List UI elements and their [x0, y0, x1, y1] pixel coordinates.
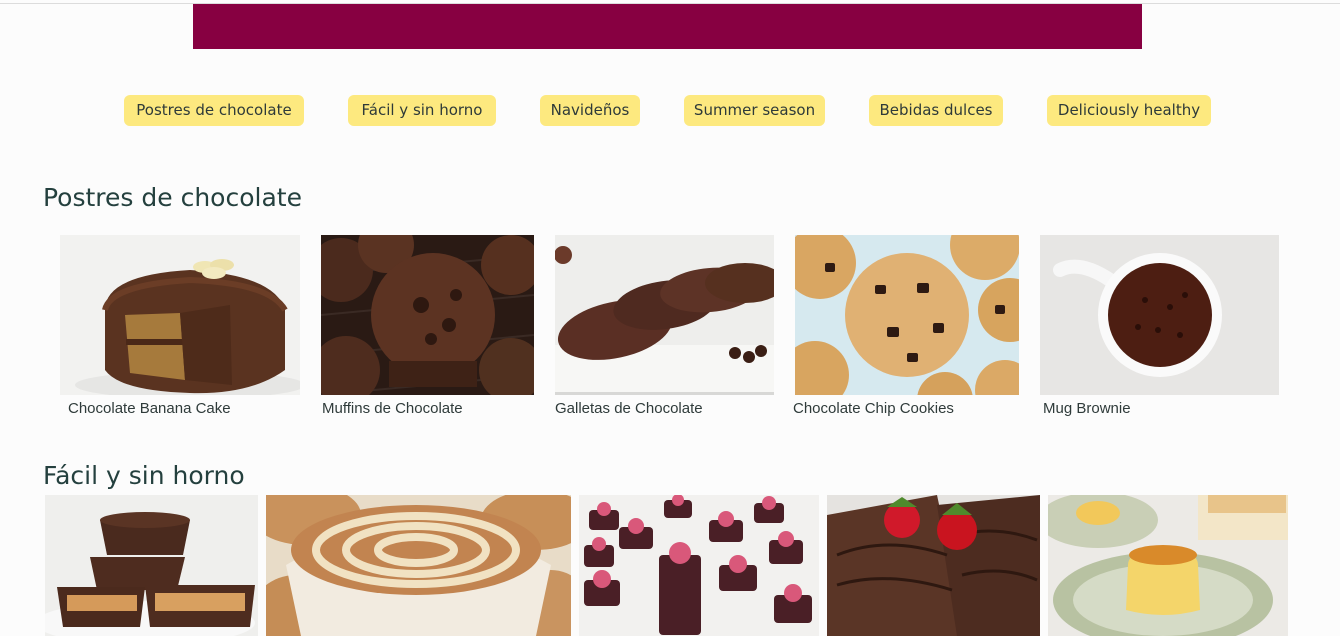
recipe-card[interactable] [45, 495, 258, 636]
recipe-card[interactable] [827, 495, 1040, 636]
recipe-card[interactable]: Chocolate Banana Cake [60, 235, 300, 420]
cinnamon-roll-cheesecake-photo [266, 495, 571, 636]
chocolate-chip-cookies-photo [795, 235, 1019, 395]
nav-pill-postres-de-chocolate[interactable]: Postres de chocolate [124, 95, 304, 126]
recipe-card-label: Mug Brownie [1043, 400, 1131, 417]
recipe-card[interactable] [266, 495, 571, 636]
nav-pill-navidenos[interactable]: Navideños [540, 95, 640, 126]
chocolate-cookies-photo [555, 235, 774, 395]
nav-pill-deliciously-healthy[interactable]: Deliciously healthy [1047, 95, 1211, 126]
header-banner [193, 4, 1142, 49]
section-title-postres-de-chocolate: Postres de chocolate [43, 183, 302, 212]
nav-pill-facil-y-sin-horno[interactable]: Fácil y sin horno [348, 95, 496, 126]
recipe-card[interactable]: Mug Brownie [1040, 235, 1279, 420]
category-nav: Postres de chocolate Fácil y sin horno N… [0, 95, 1340, 126]
recipe-card-label: Chocolate Chip Cookies [793, 400, 954, 417]
recipe-card[interactable]: Chocolate Chip Cookies [793, 235, 1019, 420]
raspberry-chocolate-cups-photo [579, 495, 819, 636]
recipe-card[interactable] [579, 495, 819, 636]
recipe-card[interactable] [1048, 495, 1288, 636]
section-title-facil-y-sin-horno: Fácil y sin horno [43, 461, 245, 490]
chocolate-banana-cake-photo [60, 235, 300, 395]
recipe-card-label: Galletas de Chocolate [555, 400, 703, 417]
chocolate-crepes-strawberries-photo [827, 495, 1040, 636]
nav-pill-summer-season[interactable]: Summer season [684, 95, 825, 126]
recipe-card-label: Muffins de Chocolate [322, 400, 463, 417]
nav-pill-bebidas-dulces[interactable]: Bebidas dulces [869, 95, 1003, 126]
mug-brownie-photo [1040, 235, 1279, 395]
peanut-butter-cups-photo [45, 495, 258, 636]
recipe-card[interactable]: Muffins de Chocolate [321, 235, 534, 420]
recipe-card-label: Chocolate Banana Cake [68, 400, 231, 417]
flan-photo [1048, 495, 1288, 636]
recipe-card[interactable]: Galletas de Chocolate [555, 235, 774, 420]
chocolate-muffins-photo [321, 235, 534, 395]
